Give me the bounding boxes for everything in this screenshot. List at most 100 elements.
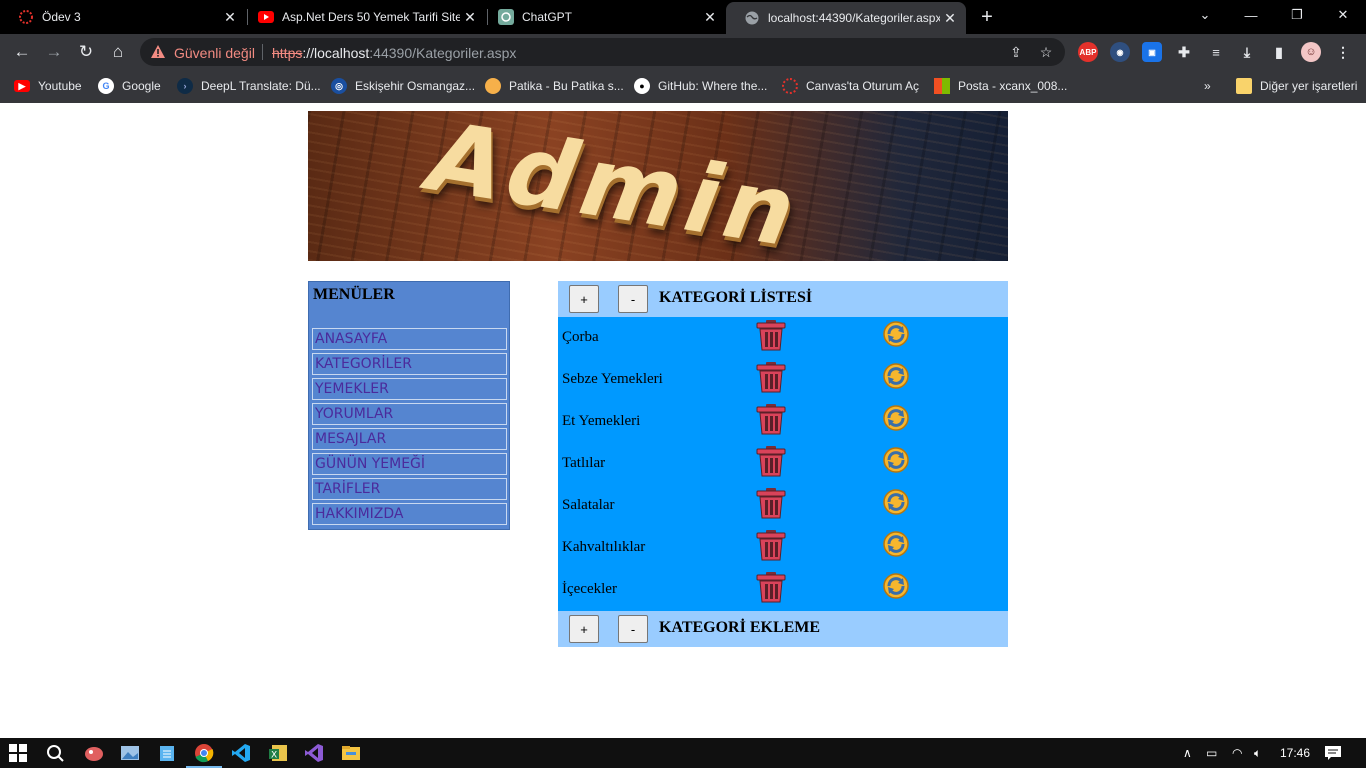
menu-item-yorumlar[interactable]: YORUMLAR	[312, 403, 507, 425]
category-name: Çorba	[562, 329, 599, 345]
canvas-ring-icon	[782, 78, 798, 94]
home-icon[interactable]: ⌂	[106, 40, 130, 64]
chrome-app-icon[interactable]	[186, 741, 222, 768]
bookmark-label: Canvas'ta Oturum Aç	[806, 79, 920, 93]
youtube-icon	[258, 9, 274, 25]
menu-item-yemekler[interactable]: YEMEKLER	[312, 378, 507, 400]
menu-item-tarifler[interactable]: TARİFLER	[312, 478, 507, 500]
photos-app-icon[interactable]	[118, 741, 142, 765]
expand-add-button[interactable]: +	[569, 615, 599, 643]
notification-icon[interactable]	[1325, 746, 1341, 763]
expand-list-button[interactable]: +	[569, 285, 599, 313]
globe-icon	[744, 10, 760, 26]
collapse-list-button[interactable]: -	[618, 285, 648, 313]
profile-avatar[interactable]: ☺	[1301, 42, 1321, 62]
close-icon[interactable]: ✕	[220, 9, 240, 26]
bookmark-google[interactable]: G Google	[98, 76, 161, 96]
forward-arrow-icon[interactable]: →	[42, 40, 66, 64]
refresh-icon[interactable]	[881, 571, 911, 601]
category-add-header: + - KATEGORİ EKLEME	[558, 611, 1008, 647]
share-icon[interactable]: ⇪	[1008, 44, 1024, 60]
trash-icon[interactable]	[755, 445, 787, 477]
refresh-icon[interactable]	[881, 403, 911, 433]
minimize-button[interactable]: —	[1228, 0, 1274, 30]
excel-app-icon[interactable]: X	[266, 741, 290, 765]
refresh-icon[interactable]	[881, 529, 911, 559]
refresh-icon[interactable]	[881, 487, 911, 517]
tab-odev3[interactable]: Ödev 3 ✕	[0, 0, 246, 34]
security-status[interactable]: Güvenli değil	[174, 45, 255, 61]
trash-icon[interactable]	[755, 319, 787, 351]
spy-extension-icon[interactable]: ◉	[1110, 42, 1130, 62]
bookmark-ogu[interactable]: ◎ Eskişehir Osmangaz...	[331, 76, 475, 96]
new-tab-button[interactable]: +	[976, 6, 998, 28]
refresh-icon[interactable]	[881, 445, 911, 475]
menu-item-mesajlar[interactable]: MESAJLAR	[312, 428, 507, 450]
more-menu-icon[interactable]: ⋮	[1333, 42, 1353, 62]
url-host: ://localhost	[302, 45, 370, 61]
youtube-icon: ▶	[14, 80, 30, 92]
menu-item-kategoriler[interactable]: KATEGORİLER	[312, 353, 507, 375]
tray-chevron-up-icon[interactable]: ∧	[1183, 746, 1192, 760]
trash-icon[interactable]	[755, 487, 787, 519]
tab-title: ChatGPT	[522, 10, 573, 24]
bookmark-posta[interactable]: Posta - xcanx_008...	[934, 76, 1067, 96]
close-icon[interactable]: ✕	[940, 10, 960, 27]
other-bookmarks[interactable]: Diğer yer işaretleri	[1236, 76, 1357, 96]
close-icon[interactable]: ✕	[700, 9, 720, 26]
battery-icon[interactable]: ▭	[1206, 746, 1217, 760]
clock[interactable]: 17:46	[1280, 746, 1310, 760]
cube-extension-icon[interactable]: ▣	[1142, 42, 1162, 62]
menu-item-anasayfa[interactable]: ANASAYFA	[312, 328, 507, 350]
other-bookmarks-label: Diğer yer işaretleri	[1260, 79, 1358, 93]
tab-youtube[interactable]: Asp.Net Ders 50 Yemek Tarifi Site ✕	[240, 0, 486, 34]
wifi-icon[interactable]: ◠	[1232, 746, 1242, 760]
visual-studio-app-icon[interactable]	[302, 741, 326, 765]
menu-item-gunun-yemegi[interactable]: GÜNÜN YEMEĞİ	[312, 453, 507, 475]
microsoft-icon	[934, 78, 950, 94]
close-window-button[interactable]: ✕	[1320, 0, 1366, 30]
refresh-icon[interactable]	[881, 361, 911, 391]
extensions-puzzle-icon[interactable]: ✚	[1174, 42, 1194, 62]
bookmark-star-icon[interactable]: ☆	[1038, 44, 1054, 60]
category-list: Çorba Sebze Yemekleri Et Yemekleri Tatlılar…	[558, 317, 1008, 611]
media-queue-icon[interactable]: ≡	[1206, 42, 1226, 62]
category-name: Salatalar	[562, 497, 615, 513]
menu-item-hakkimizda[interactable]: HAKKIMIZDA	[312, 503, 507, 525]
file-explorer-icon[interactable]	[339, 741, 363, 765]
search-icon[interactable]	[43, 741, 67, 765]
tab-kategoriler[interactable]: localhost:44390/Kategoriler.aspx ✕	[726, 2, 966, 34]
notepad-app-icon[interactable]	[155, 741, 179, 765]
adblock-extension-icon[interactable]: ABP	[1078, 42, 1098, 62]
volume-icon[interactable]: 🔈︎	[1254, 746, 1261, 761]
bookmark-deepl[interactable]: › DeepL Translate: Dü...	[177, 76, 321, 96]
trash-icon[interactable]	[755, 529, 787, 561]
category-row: Et Yemekleri	[558, 401, 1008, 443]
url-scheme: https	[272, 45, 303, 61]
trash-icon[interactable]	[755, 403, 787, 435]
trash-icon[interactable]	[755, 361, 787, 393]
category-name: Kahvaltılıklar	[562, 539, 646, 555]
address-bar[interactable]: Güvenli değil https://localhost:44390/Ka…	[140, 38, 1065, 66]
bookmark-youtube[interactable]: ▶ Youtube	[14, 76, 82, 96]
back-arrow-icon[interactable]: ←	[10, 40, 34, 64]
collapse-add-button[interactable]: -	[618, 615, 648, 643]
restore-button[interactable]: ❐	[1274, 0, 1320, 30]
refresh-icon[interactable]	[881, 319, 911, 349]
side-panel-icon[interactable]: ▮	[1269, 42, 1289, 62]
reload-icon[interactable]: ↻	[74, 40, 98, 64]
bookmark-canvas[interactable]: Canvas'ta Oturum Aç	[782, 76, 919, 96]
bookmarks-overflow-button[interactable]: »	[1204, 76, 1211, 96]
close-icon[interactable]: ✕	[460, 9, 480, 26]
tab-search-chevron-icon[interactable]: ⌄	[1182, 0, 1228, 30]
bookmark-github[interactable]: ● GitHub: Where the...	[634, 76, 767, 96]
windows-start-icon[interactable]	[6, 741, 30, 765]
tab-chatgpt[interactable]: ChatGPT ✕	[480, 0, 726, 34]
paint-app-icon[interactable]	[82, 741, 106, 765]
warning-triangle-icon	[151, 45, 165, 58]
bookmark-patika[interactable]: Patika - Bu Patika s...	[485, 76, 624, 96]
url-text[interactable]: https://localhost:44390/Kategoriler.aspx	[272, 45, 516, 61]
vscode-app-icon[interactable]	[229, 741, 253, 765]
trash-icon[interactable]	[755, 571, 787, 603]
download-icon[interactable]: ⤓	[1237, 42, 1257, 62]
